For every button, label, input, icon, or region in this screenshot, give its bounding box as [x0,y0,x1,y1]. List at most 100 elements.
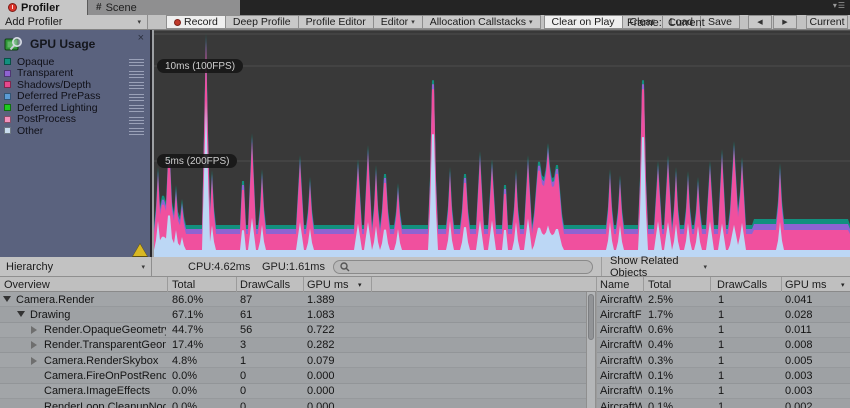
column-divider[interactable] [303,277,304,292]
foldout-right-icon[interactable] [31,341,37,350]
obj-gpu-ms: 0.003 [785,385,813,398]
table-row[interactable]: RenderLoop.CleanupNodeC 0.0% 0 0.000 Aircraf… [0,399,850,408]
frame-prev-button[interactable]: ◀ [748,15,772,29]
vertical-scrollbar[interactable] [586,292,596,408]
save-button[interactable]: Save [700,15,740,29]
drag-handle-icon[interactable] [129,128,144,137]
obj-name: AircraftWi [600,400,642,408]
button-label: Allocation Callstacks [429,16,526,28]
foldout-down-icon[interactable] [17,310,25,317]
column-divider[interactable] [236,277,237,292]
table-row[interactable]: Drawing 67.1% 61 1.083 AircraftFu 1.7% 1 0.028 [0,307,850,323]
column-divider[interactable] [371,277,372,292]
foldout-right-icon[interactable] [31,356,37,365]
search-input[interactable] [354,260,586,273]
pane-divider [596,383,597,400]
scene-grid-icon: # [96,2,102,13]
obj-drawcalls: 1 [718,369,725,382]
profile-editor-button[interactable]: Profile Editor [297,15,374,29]
table-row[interactable]: Render.TransparentGeome 17.4% 3 0.282 Aircra… [0,337,850,354]
legend-swatch [4,58,11,66]
tab-scene[interactable]: # Scene [88,0,240,15]
tab-bar: Profiler # Scene ▾☰ [0,0,850,15]
gpu-legend: Opaque Transparent Shadows/Depth Deferred P… [0,56,150,137]
obj-total: 0.3% [648,354,674,367]
obj-gpu-ms: 0.041 [785,293,813,306]
obj-drawcalls: 1 [718,385,725,398]
col-drawcalls-right[interactable]: DrawCalls [717,279,767,291]
column-divider[interactable] [643,277,644,292]
legend-label: Other [17,124,44,137]
col-name[interactable]: Name [600,279,629,291]
gridline-label-5ms: 5ms (200FPS) [157,154,238,168]
pane-divider [596,322,597,338]
sort-arrow-icon: ▾ [841,282,845,289]
row-total: 0.0% [172,385,198,398]
col-gpu-ms-right[interactable]: GPU ms [785,279,827,291]
show-related-label: Show Related Objects [610,254,679,279]
legend-label: PostProcess [17,113,76,126]
row-drawcalls: 3 [240,339,247,352]
obj-drawcalls: 1 [718,354,725,367]
row-gpu-ms: 0.000 [307,385,335,398]
obj-total: 2.5% [648,293,674,306]
column-divider[interactable] [781,277,782,292]
clear-on-play-button[interactable]: Clear on Play [543,15,623,29]
deep-profile-button[interactable]: Deep Profile [224,15,299,29]
table-row[interactable]: Camera.Render 86.0% 87 1.389 AircraftWi 2.5% 1… [0,292,850,308]
hierarchy-dropdown[interactable]: Hierarchy ▾ [0,257,152,276]
row-name: Render.OpaqueGeometry [44,324,166,337]
row-gpu-ms: 0.000 [307,400,335,408]
current-frame-button[interactable]: Current [806,15,848,29]
col-drawcalls[interactable]: DrawCalls [240,279,290,291]
column-divider[interactable] [710,277,711,292]
row-total: 0.0% [172,400,198,408]
obj-name: AircraftWi [600,369,642,382]
show-related-objects-dropdown[interactable]: Show Related Objects ▾ [601,254,713,279]
col-total-right[interactable]: Total [648,279,671,291]
column-divider[interactable] [167,277,168,292]
row-name: Render.TransparentGeome [44,339,166,352]
obj-drawcalls: 1 [718,293,725,306]
col-total[interactable]: Total [172,279,195,291]
pane-menu-icon[interactable]: ▾☰ [833,1,846,10]
foldout-down-icon[interactable] [3,295,11,302]
obj-total: 0.6% [648,324,674,337]
legend-item-postprocess: PostProcess [0,113,150,126]
warning-triangle-icon [133,244,147,256]
row-total: 67.1% [172,308,204,321]
table-row[interactable]: Camera.FireOnPostRender 0.0% 0 0.000 Aircraf… [0,368,850,384]
table-row[interactable]: Render.OpaqueGeometry 44.7% 56 0.722 Aircraf… [0,322,850,338]
unity-profiler-window: Profiler # Scene ▾☰ Add Profiler ▾ Recor… [0,0,850,408]
legend-swatch [4,69,11,77]
row-drawcalls: 61 [240,308,253,321]
obj-total: 0.1% [648,400,674,408]
frame-next-button[interactable]: ▶ [773,15,797,29]
legend-label: Deferred Lighting [17,101,98,114]
scrollbar-thumb[interactable] [588,294,594,340]
tab-profiler[interactable]: Profiler [0,0,88,15]
obj-total: 1.7% [648,308,674,321]
legend-item-shadows-depth: Shadows/Depth [0,79,150,91]
allocation-callstacks-button[interactable]: Allocation Callstacks ▾ [421,15,541,29]
chevron-down-icon: ▾ [529,19,533,26]
row-drawcalls: 0 [240,400,247,408]
record-button[interactable]: Record [166,15,226,29]
table-row[interactable]: Camera.RenderSkybox 4.8% 1 0.079 AircraftWi 0… [0,353,850,369]
pane-divider[interactable] [596,277,597,292]
button-label: Record [184,16,218,28]
table-row[interactable]: Camera.ImageEffects 0.0% 0 0.000 AircraftWi 0… [0,383,850,400]
legend-swatch [4,127,11,135]
gpu-usage-chart[interactable]: 10ms (100FPS) 5ms (200FPS) [154,30,850,257]
search-field[interactable] [333,259,593,274]
col-overview[interactable]: Overview [4,279,50,291]
close-icon[interactable]: × [138,33,144,44]
foldout-right-icon[interactable] [31,326,37,335]
editor-button[interactable]: Editor ▾ [372,15,423,29]
row-drawcalls: 0 [240,385,247,398]
row-name: Camera.RenderSkybox [44,354,159,367]
legend-label: Opaque [17,55,55,68]
col-gpu-ms[interactable]: GPU ms [307,279,349,291]
obj-name: AircraftWi [600,339,642,352]
add-profiler-dropdown[interactable]: Add Profiler ▾ [0,15,148,29]
